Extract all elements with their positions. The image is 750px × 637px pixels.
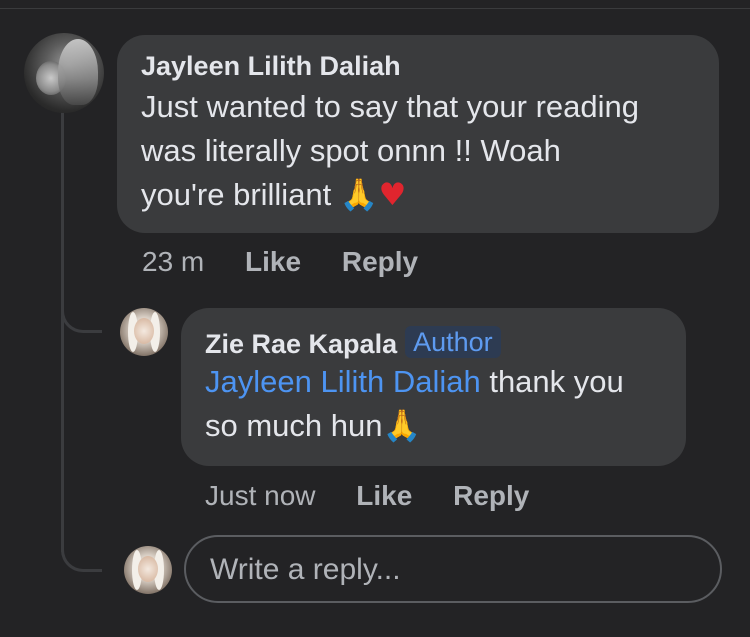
reply-author-name[interactable]: Zie Rae Kapala [205,329,397,359]
top-divider [0,8,750,9]
reply-author-row: Zie Rae Kapala Author [205,326,501,360]
comment-text: Just wanted to say that your reading was… [141,85,701,217]
author-badge: Author [405,326,501,358]
reply-actions: Just now Like Reply [205,480,529,512]
praying-hands-icon: 🙏 [382,408,422,444]
comment-actions: 23 m Like Reply [142,246,418,278]
reply-bubble: Zie Rae Kapala Author Jayleen Lilith Dali… [181,308,686,466]
comment-text-line: was literally spot onnn !! Woah [141,133,561,168]
reply-composer[interactable] [184,535,722,603]
heart-icon: ♥ [378,177,407,213]
reply-timestamp[interactable]: Just now [205,480,316,512]
thread-connector-reply [61,306,102,333]
avatar-photo-detail [134,318,154,344]
avatar[interactable] [124,546,172,594]
reply-button[interactable]: Reply [453,480,529,512]
like-button[interactable]: Like [356,480,412,512]
reply-input[interactable] [210,551,700,589]
avatar[interactable] [24,33,104,113]
reply-text: Jayleen Lilith Daliah thank you so much … [205,360,675,448]
thread-connector-composer [61,545,102,572]
comment-bubble: Jayleen Lilith Daliah Just wanted to say… [117,35,719,233]
reply-button[interactable]: Reply [342,246,418,278]
like-button[interactable]: Like [245,246,301,278]
praying-hands-icon: 🙏 [339,177,379,213]
reply-text-line: so much hun [205,408,383,443]
comment-timestamp[interactable]: 23 m [142,246,204,278]
avatar[interactable] [120,308,168,356]
comment-author-name[interactable]: Jayleen Lilith Daliah [141,51,401,82]
mention-link[interactable]: Jayleen Lilith Daliah [205,364,481,399]
thread-line [61,112,64,552]
avatar-photo-detail [58,39,98,105]
reply-text-line: thank you [480,364,624,399]
comment-text-line: you're brilliant [141,177,332,212]
avatar-photo-detail [138,556,158,582]
comment-text-line: Just wanted to say that your reading [141,89,640,124]
